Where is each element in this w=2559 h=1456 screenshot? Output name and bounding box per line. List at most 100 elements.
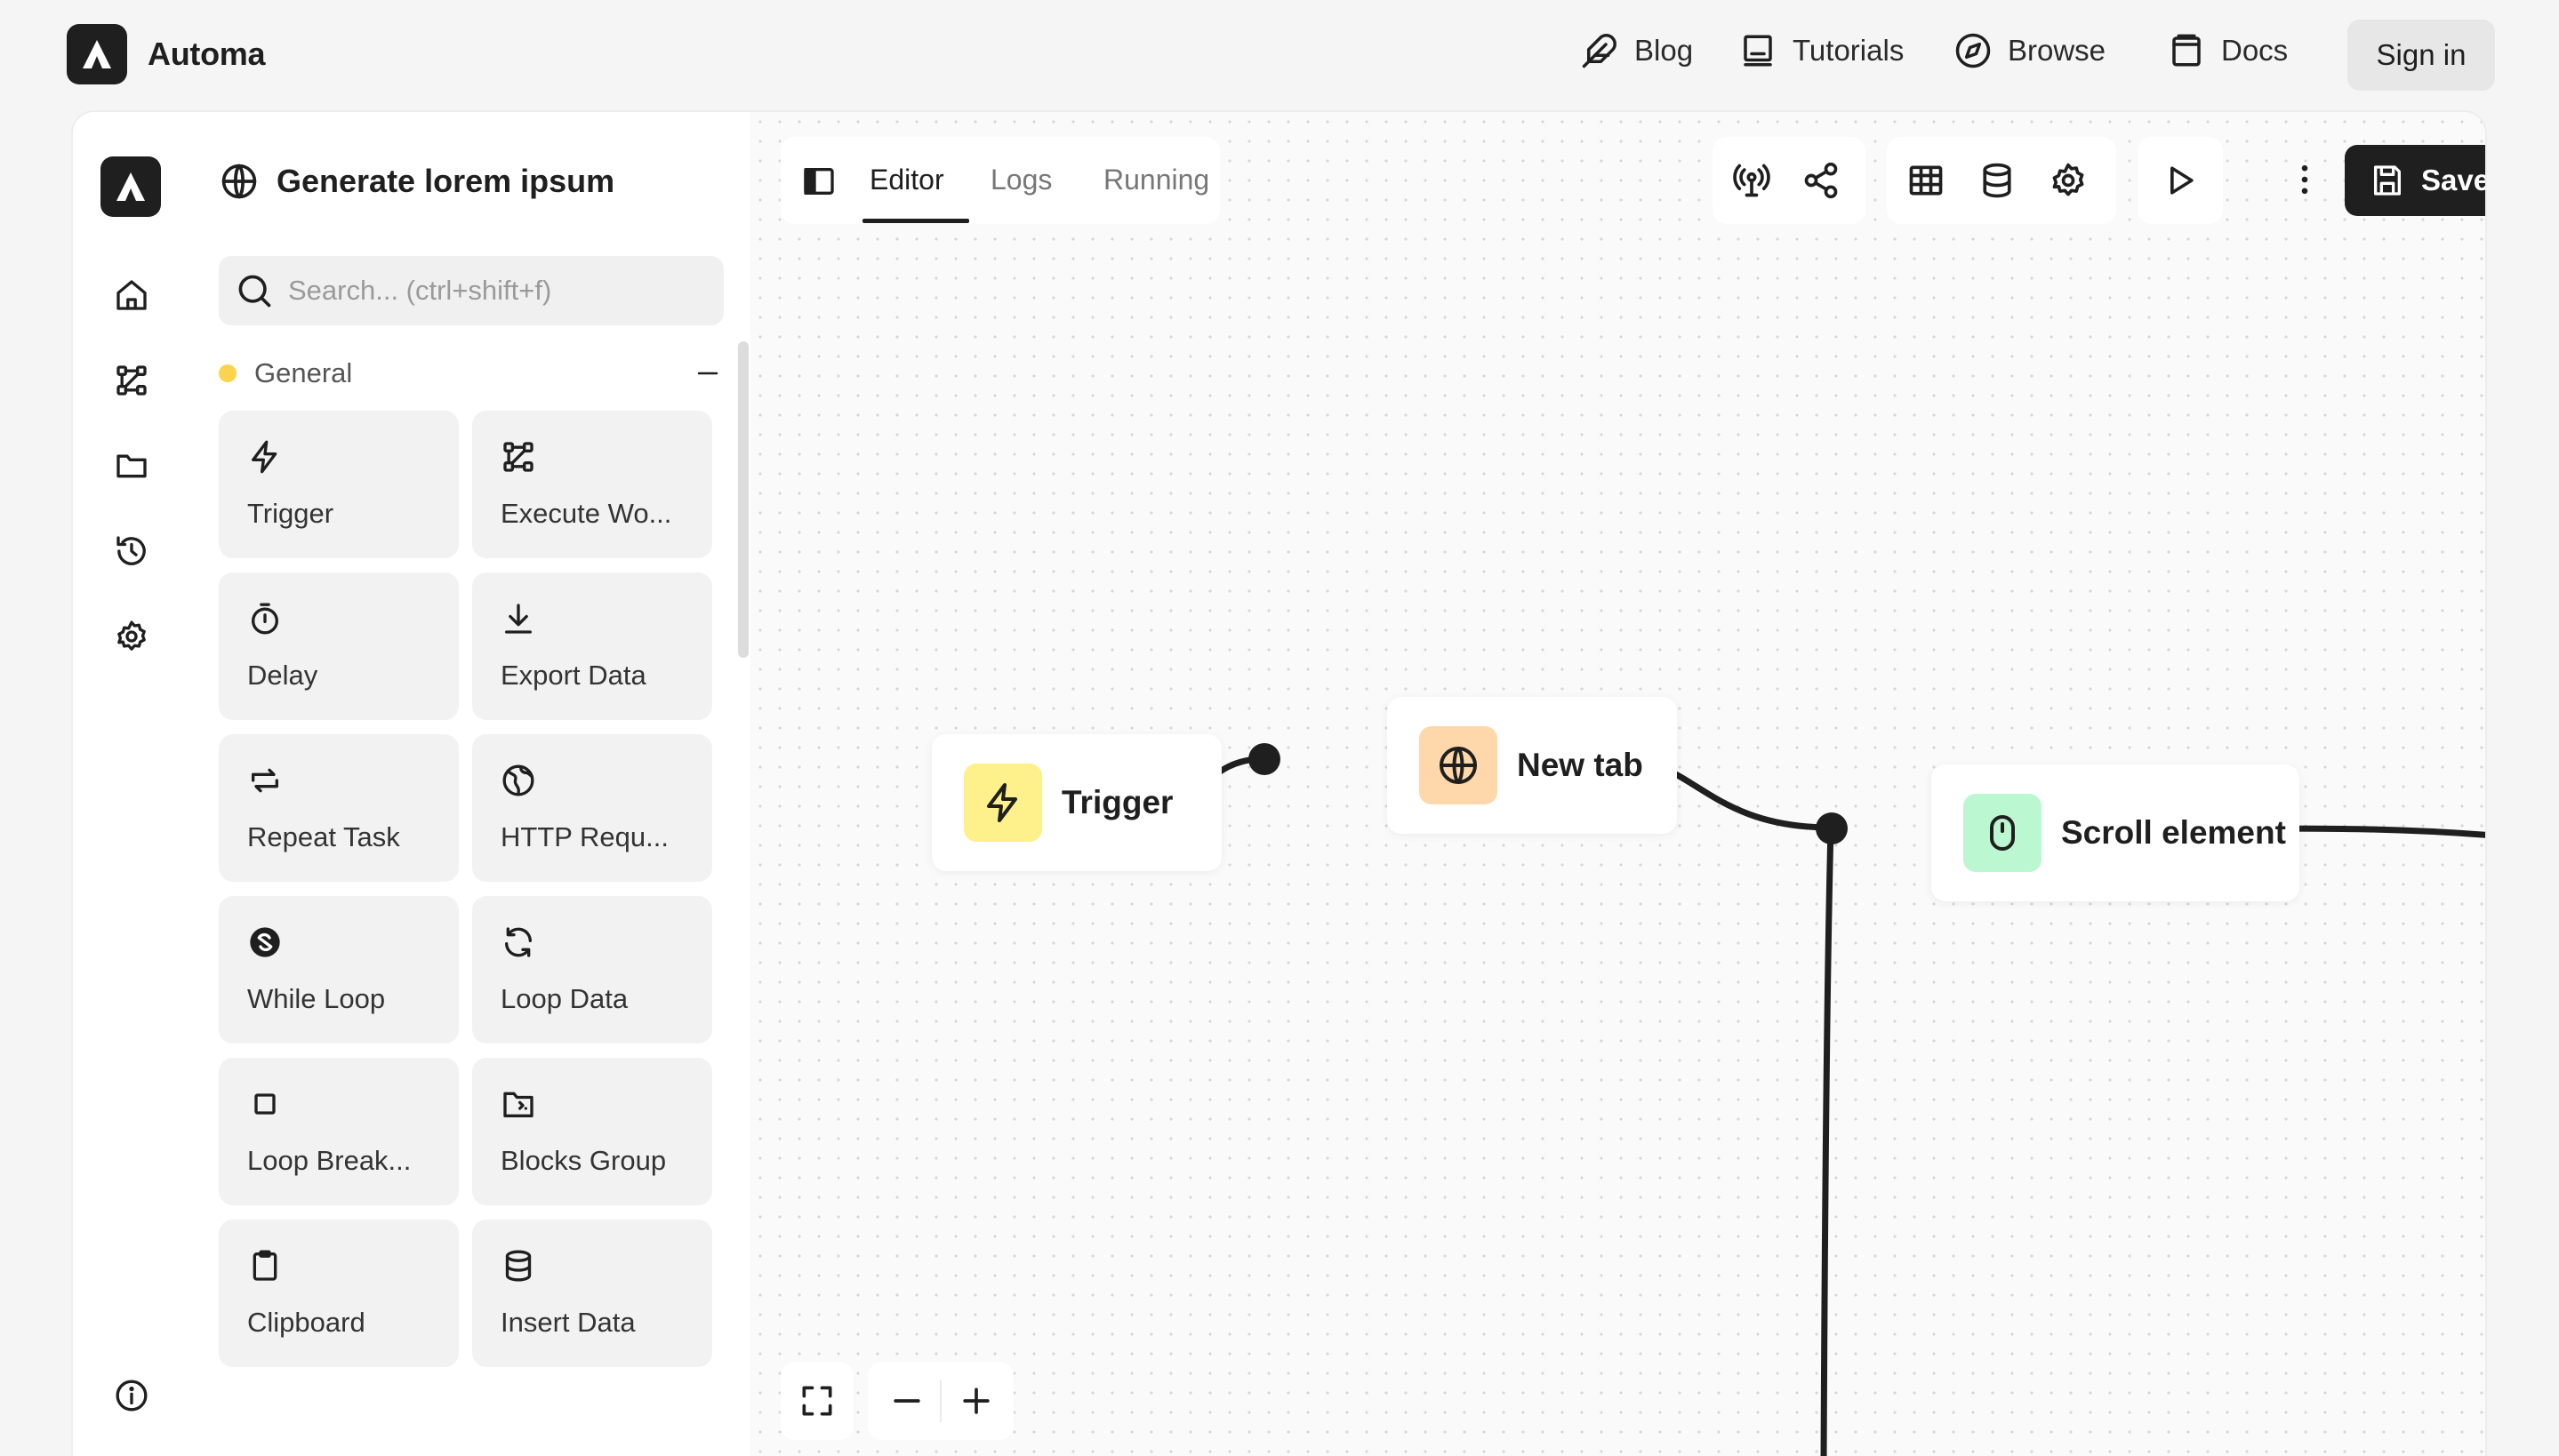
block-search[interactable] [219,256,724,325]
search-icon [238,275,271,308]
more-vertical-icon [2301,164,2308,195]
zoom-divider [940,1380,942,1422]
toolbar-group-run [2138,137,2223,224]
sidebar-item-logs[interactable] [110,530,153,572]
blocks-scrollbar[interactable] [738,341,749,658]
gear-icon [2052,163,2084,196]
stop-icon [254,1093,276,1115]
block-label: Loop Data [501,983,629,1014]
save-button[interactable]: Save [2345,145,2485,216]
share-button[interactable] [1801,161,1841,200]
workflow-icon [116,365,147,396]
nav-link-tutorials[interactable]: Tutorials [1739,32,1904,69]
node-label: New tab [1517,747,1643,783]
workflow-settings-button[interactable] [2049,161,2088,200]
toolbar-group-share [1713,137,1865,224]
block-loop-data[interactable]: Loop Data [472,896,712,1044]
repeat-icon [252,768,278,793]
sign-in-button[interactable]: Sign in [2347,20,2495,91]
share-icon [1804,162,1838,199]
block-label: While Loop [247,983,386,1014]
bolt-icon [252,440,277,474]
node-icon-box [1963,794,2042,872]
folder-icon [116,454,147,478]
zoom-out-icon [894,1399,920,1403]
refresh-icon [505,927,532,957]
download-icon [505,604,532,634]
block-label: Loop Break... [247,1145,412,1176]
node-icon-box [964,764,1042,842]
save-label: Save [2421,164,2485,196]
storage-button[interactable] [1977,161,2017,200]
globe-icon [502,764,534,796]
feather-icon [1582,34,1616,68]
tab-logs[interactable]: Logs [991,164,1052,196]
category-header[interactable]: General [219,354,724,393]
block-while-loop[interactable]: While Loop [219,896,459,1044]
workflow-canvas[interactable]: Editor Logs Running Save Trigger New tab… [750,112,2485,1456]
block-insert-data[interactable]: Insert Data [472,1220,712,1367]
compass-icon [1955,33,1991,68]
zoom-in-icon [963,1388,990,1414]
database-icon [505,1250,532,1282]
block-label: Export Data [501,660,646,691]
category-dot [219,364,237,382]
sidebar [73,112,190,1456]
run-button[interactable] [2161,161,2200,200]
workflow-title: Generate lorem ipsum [220,162,614,201]
block-label: Execute Wo... [501,498,672,529]
sidebar-item-about[interactable] [110,1374,153,1417]
block-loop-breakpoint[interactable]: Loop Break... [219,1058,459,1205]
block-delay[interactable]: Delay [219,572,459,720]
sidebar-item-storage[interactable] [110,444,153,487]
block-label: Blocks Group [501,1145,667,1176]
broadcast-icon [1733,164,1770,197]
tab-running[interactable]: Running [1103,164,1209,196]
history-icon [116,536,146,565]
fullscreen-button[interactable] [798,1381,837,1420]
block-execute-workflow[interactable]: Execute Wo... [472,411,712,558]
scroll-input-handle [1816,812,1848,844]
editor-tabs: Editor Logs Running [781,137,1220,224]
zoom-in-button[interactable] [957,1381,996,1420]
nav-link-docs[interactable]: Docs [2168,32,2288,69]
block-http-request[interactable]: HTTP Requ... [472,734,712,882]
node-scroll-element[interactable]: Scroll element [1931,764,2299,901]
sidebar-item-home[interactable] [110,274,153,316]
category-label: General [254,357,353,388]
tab-editor[interactable]: Editor [870,164,944,196]
more-options-button[interactable] [2285,160,2324,199]
block-blocks-group[interactable]: Blocks Group [472,1058,712,1205]
fullscreen-icon [802,1386,832,1416]
node-new-tab[interactable]: New tab [1387,697,1677,834]
home-icon [116,280,147,310]
nav-link-label: Tutorials [1793,34,1905,67]
toggle-sidebar-button[interactable] [800,164,838,199]
zoom-control [868,1362,1014,1440]
node-trigger[interactable]: Trigger [932,734,1222,871]
block-trigger[interactable]: Trigger [219,411,459,558]
automa-logo-icon [67,24,127,84]
search-input[interactable] [288,275,715,307]
sidebar-item-workflows[interactable] [110,359,153,402]
mouse-icon [1990,815,2015,851]
loop-icon [250,927,280,957]
zoom-out-button[interactable] [887,1381,927,1420]
automa-logo-icon[interactable] [100,156,161,217]
folder-code-icon [503,1092,533,1117]
app-window: Generate lorem ipsum General Trigger Exe… [73,112,2485,1456]
table-button[interactable] [1906,161,1945,200]
block-label: Delay [247,660,318,691]
node-label: Scroll element [2061,814,2286,851]
workflow-title-text: Generate lorem ipsum [277,163,615,199]
nav-link-blog[interactable]: Blog [1581,32,1693,69]
broadcast-button[interactable] [1732,161,1771,200]
collapse-button[interactable] [692,357,724,389]
block-repeat-task[interactable]: Repeat Task [219,734,459,882]
sidebar-item-settings[interactable] [110,615,153,658]
block-clipboard[interactable]: Clipboard [219,1220,459,1367]
block-export-data[interactable]: Export Data [472,572,712,720]
brand[interactable]: Automa [67,24,266,84]
bolt-icon [987,783,1017,822]
nav-link-browse[interactable]: Browse [1954,32,2106,69]
